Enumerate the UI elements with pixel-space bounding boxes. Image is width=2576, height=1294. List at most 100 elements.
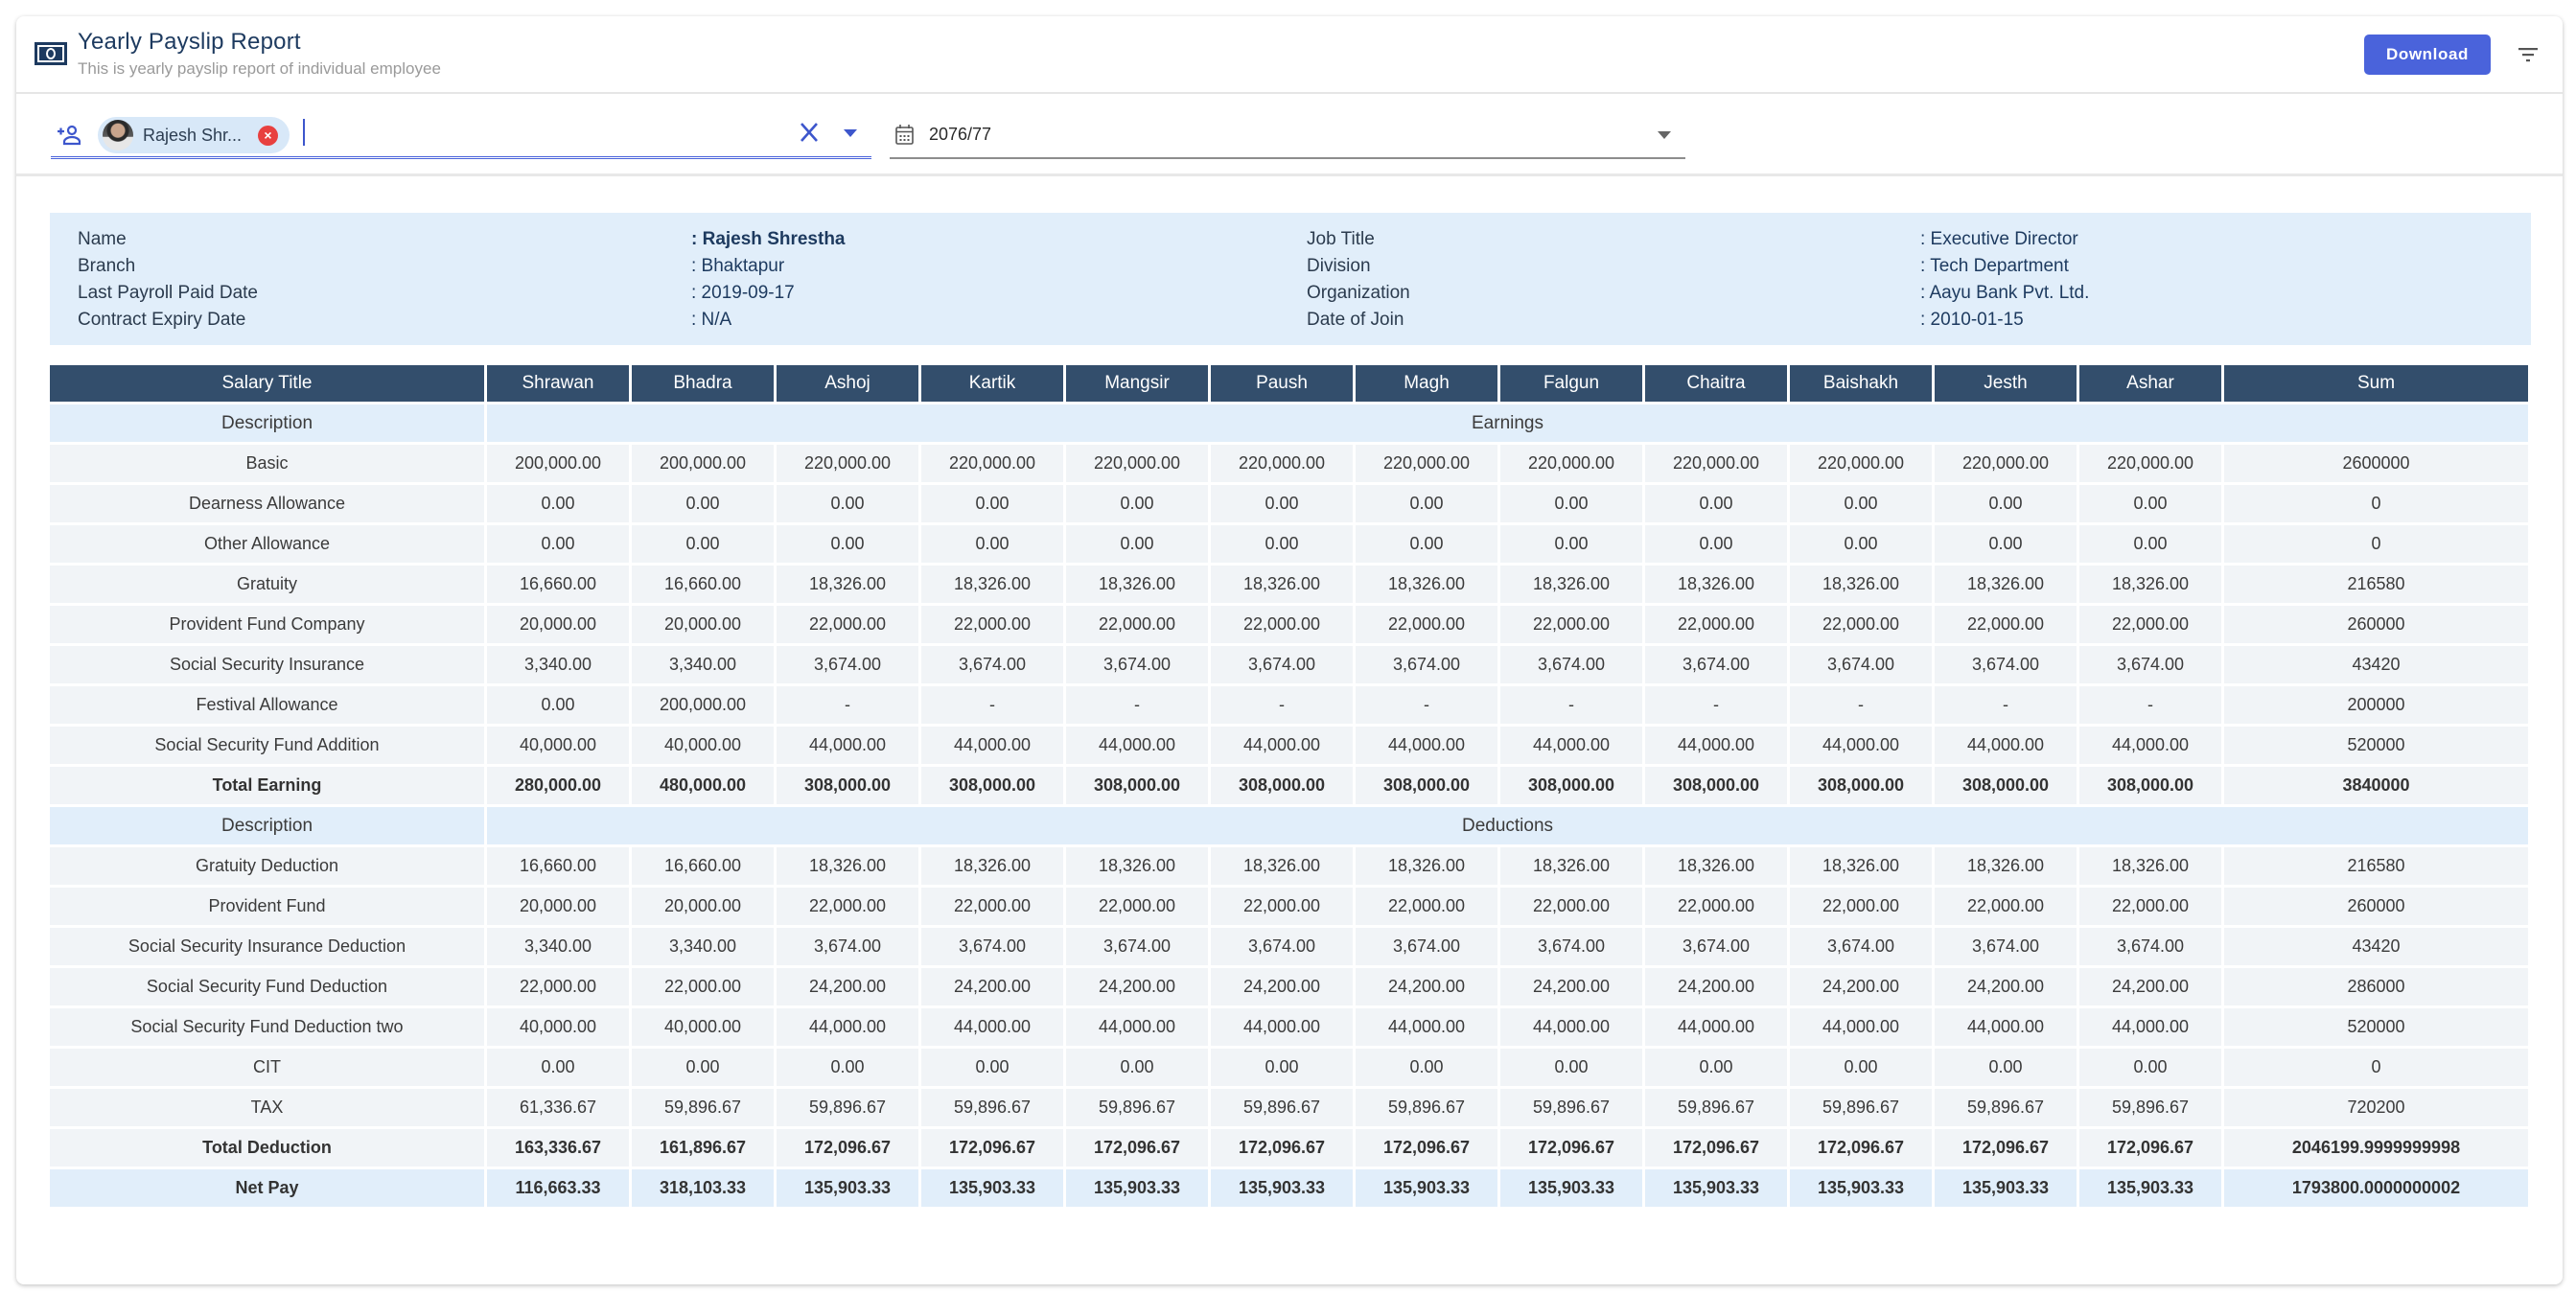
info-value: : 2010-01-15 [1920, 310, 2024, 330]
table-row: Gratuity Deduction 16,660.00 16,660.00 18,3… [50, 847, 2528, 885]
month-value-cell: 172,096.67 [1645, 1129, 1787, 1167]
info-value: : Executive Director [1920, 229, 2078, 249]
money-bill-icon [35, 42, 67, 65]
sum-cell: 0 [2224, 485, 2528, 522]
calendar-icon [895, 125, 914, 145]
info-label: Contract Expiry Date [78, 310, 246, 330]
sum-cell: 1793800.0000000002 [2224, 1169, 2528, 1207]
month-value-cell: 24,200.00 [777, 968, 918, 1005]
month-value-cell: 220,000.00 [1356, 445, 1497, 482]
month-value-cell: 200,000.00 [632, 686, 774, 724]
month-value-cell: 44,000.00 [1935, 727, 2077, 764]
month-value-cell: 22,000.00 [1500, 606, 1642, 643]
column-header: Baishakh [1790, 365, 1932, 402]
month-value-cell: 22,000.00 [777, 606, 918, 643]
month-value-cell: 135,903.33 [1500, 1169, 1642, 1207]
month-value-cell: 18,326.00 [1935, 566, 2077, 603]
info-label: Division [1307, 256, 1371, 276]
section-label: Deductions [487, 807, 2528, 844]
month-value-cell: 22,000.00 [1935, 606, 2077, 643]
month-value-cell: 24,200.00 [2079, 968, 2221, 1005]
sum-cell: 720200 [2224, 1089, 2528, 1126]
table-row: TAX 61,336.67 59,896.67 59,896.67 59,896.67 5… [50, 1089, 2528, 1126]
download-button[interactable]: Download [2364, 35, 2491, 75]
month-value-cell: 3,340.00 [632, 928, 774, 965]
month-value-cell: 16,660.00 [487, 566, 629, 603]
column-header: Chaitra [1645, 365, 1787, 402]
salary-title-cell: Social Security Insurance [50, 646, 484, 683]
table-row: Festival Allowance 0.00 200,000.00- - - - - - - -… [50, 686, 2528, 724]
month-value-cell: 308,000.00 [1066, 767, 1208, 804]
month-value-cell: 135,903.33 [921, 1169, 1063, 1207]
info-values-right: : Executive Director: Tech Department: A… [1920, 226, 2089, 334]
month-value-cell: 44,000.00 [1356, 727, 1497, 764]
chip-remove-icon[interactable]: × [258, 126, 278, 146]
table-row: Provident Fund 20,000.00 20,000.00 22,000.0… [50, 888, 2528, 925]
month-value-cell: 59,896.67 [1645, 1089, 1787, 1126]
month-value-cell: 18,326.00 [1066, 847, 1208, 885]
month-value-cell: 0.00 [1356, 1049, 1497, 1086]
sum-cell: 43420 [2224, 928, 2528, 965]
month-value-cell: 18,326.00 [1066, 566, 1208, 603]
month-value-cell: 22,000.00 [1066, 606, 1208, 643]
month-value-cell: 3,340.00 [487, 928, 629, 965]
month-value-cell: 0.00 [777, 485, 918, 522]
month-value-cell: 22,000.00 [1500, 888, 1642, 925]
month-value-cell: 18,326.00 [1500, 566, 1642, 603]
month-value-cell: 220,000.00 [921, 445, 1063, 482]
caret-down-icon[interactable] [844, 129, 857, 137]
info-label: Job Title [1307, 229, 1375, 249]
month-value-cell: 3,674.00 [1211, 928, 1353, 965]
filter-icon[interactable] [2518, 45, 2539, 64]
month-value-cell: 220,000.00 [2079, 445, 2221, 482]
month-value-cell: 0.00 [1790, 525, 1932, 563]
column-header: Sum [2224, 365, 2528, 402]
salary-title-cell: Total Earning [50, 767, 484, 804]
sum-cell: 43420 [2224, 646, 2528, 683]
salary-title-cell: Dearness Allowance [50, 485, 484, 522]
month-value-cell: 0.00 [777, 1049, 918, 1086]
month-value-cell: 3,674.00 [1066, 646, 1208, 683]
month-value-cell: 59,896.67 [777, 1089, 918, 1126]
fiscal-year-select[interactable]: 2076/77 [890, 113, 1685, 159]
month-value-cell: 3,674.00 [1645, 646, 1787, 683]
month-value-cell: 20,000.00 [632, 888, 774, 925]
sum-cell: 216580 [2224, 847, 2528, 885]
month-value-cell: 22,000.00 [1645, 606, 1787, 643]
month-value-cell: 3,674.00 [1935, 928, 2077, 965]
month-value-cell: 44,000.00 [1645, 727, 1787, 764]
month-value-cell: 220,000.00 [1935, 445, 2077, 482]
month-value-cell: 0.00 [632, 525, 774, 563]
month-value-cell: 3,340.00 [632, 646, 774, 683]
sum-cell: 216580 [2224, 566, 2528, 603]
month-value-cell: 280,000.00 [487, 767, 629, 804]
month-value-cell: 24,200.00 [1790, 968, 1932, 1005]
fiscal-year-value: 2076/77 [929, 125, 992, 144]
month-value-cell: 44,000.00 [1645, 1008, 1787, 1046]
month-value-cell: 3,674.00 [1790, 928, 1932, 965]
month-value-cell: 135,903.33 [1790, 1169, 1932, 1207]
month-value-cell: 0.00 [1935, 1049, 2077, 1086]
sum-cell: 260000 [2224, 888, 2528, 925]
month-value-cell: 18,326.00 [2079, 566, 2221, 603]
month-value-cell: 44,000.00 [921, 1008, 1063, 1046]
month-value-cell: 0.00 [1500, 1049, 1642, 1086]
month-value-cell: 135,903.33 [1356, 1169, 1497, 1207]
description-label: Description [50, 404, 484, 442]
month-value-cell: 135,903.33 [1935, 1169, 2077, 1207]
month-value-cell: - [1790, 686, 1932, 724]
month-value-cell: 0.00 [632, 1049, 774, 1086]
selected-employee-chip[interactable]: Rajesh Shr... × [98, 117, 290, 153]
info-value: : Bhaktapur [691, 256, 785, 276]
month-value-cell: 18,326.00 [1211, 847, 1353, 885]
sum-cell: 2600000 [2224, 445, 2528, 482]
month-value-cell: 44,000.00 [1935, 1008, 2077, 1046]
close-x-icon[interactable] [799, 122, 820, 143]
caret-down-icon[interactable] [1658, 131, 1671, 139]
employee-select[interactable]: Rajesh Shr... × [51, 113, 871, 159]
info-values-left: : Rajesh Shrestha: Bhaktapur: 2019-09-17… [691, 226, 846, 334]
month-value-cell: 135,903.33 [1645, 1169, 1787, 1207]
month-value-cell: 0.00 [487, 525, 629, 563]
month-value-cell: 308,000.00 [1935, 767, 2077, 804]
month-value-cell: 22,000.00 [1790, 606, 1932, 643]
